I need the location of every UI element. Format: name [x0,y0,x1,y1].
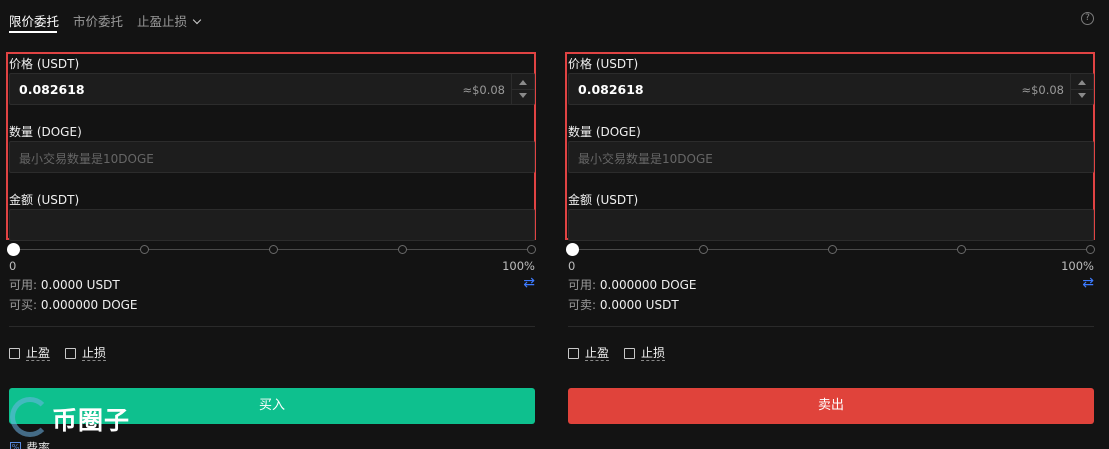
slider-mark-100[interactable] [527,245,536,254]
divider [568,326,1094,327]
fee-icon: % [10,442,21,449]
slider-max-label: 100% [502,259,535,273]
price-value: 0.082618 [578,82,644,97]
stop-loss-label: 止损 [641,346,666,361]
amount-input[interactable]: 最小交易数量是10DOGE [9,141,535,173]
amount-label: 数量 (DOGE) [9,125,82,139]
available-value: 0.000000 DOGE [599,278,697,292]
max-buy-value: 0.000000 DOGE [40,298,138,312]
available-balance: 可用: 0.000000 DOGE [568,276,697,293]
sell-button[interactable]: 卖出 [568,388,1094,424]
amount-placeholder: 最小交易数量是10DOGE [19,152,154,166]
decrement-arrow-icon[interactable] [519,93,527,98]
stepper-divider [1071,89,1093,90]
max-sell: 可卖: 0.0000 USDT [568,296,679,313]
slider-mark-100[interactable] [1086,245,1095,254]
stop-loss-label: 止损 [82,346,107,361]
total-input[interactable] [568,209,1094,241]
slider-handle[interactable] [566,243,579,256]
amount-label: 数量 (DOGE) [568,125,641,139]
slider-mark-50[interactable] [828,245,837,254]
amount-placeholder: 最小交易数量是10DOGE [578,152,713,166]
total-label: 金额 (USDT) [568,193,639,207]
max-buy-label: 可买: [9,298,38,312]
price-input[interactable]: 0.082618 ≈$0.08 [568,73,1094,105]
slider-mark-50[interactable] [269,245,278,254]
price-approx: ≈$0.08 [462,83,505,97]
fee-label: 费率 [26,441,51,449]
buy-panel: 价格 (USDT) 0.082618 ≈$0.08 数量 (DOGE) 最小交易… [6,0,537,449]
max-sell-label: 可卖: [568,298,597,312]
total-label: 金额 (USDT) [9,193,80,207]
price-approx: ≈$0.08 [1021,83,1064,97]
stepper-divider [512,89,534,90]
slider-mark-25[interactable] [699,245,708,254]
decrement-arrow-icon[interactable] [1078,93,1086,98]
price-input[interactable]: 0.082618 ≈$0.08 [9,73,535,105]
available-label: 可用: [9,278,38,292]
price-value: 0.082618 [19,82,85,97]
stop-loss-checkbox[interactable]: 止损 [624,346,666,361]
total-input[interactable] [9,209,535,241]
available-balance: 可用: 0.0000 USDT [9,276,120,293]
slider-handle[interactable] [7,243,20,256]
increment-arrow-icon[interactable] [1078,80,1086,85]
swap-arrows-icon[interactable]: ⇄ [523,275,535,291]
slider-mark-25[interactable] [140,245,149,254]
price-stepper [511,74,534,104]
amount-input[interactable]: 最小交易数量是10DOGE [568,141,1094,173]
take-profit-checkbox[interactable]: 止盈 [9,346,51,361]
price-label: 价格 (USDT) [9,57,80,71]
checkbox-box[interactable] [9,348,20,359]
take-profit-label: 止盈 [26,346,51,361]
slider-mark-75[interactable] [398,245,407,254]
available-label: 可用: [568,278,597,292]
max-sell-value: 0.0000 USDT [599,298,679,312]
price-label: 价格 (USDT) [568,57,639,71]
checkbox-box[interactable] [568,348,579,359]
max-buy: 可买: 0.000000 DOGE [9,296,138,313]
take-profit-checkbox[interactable]: 止盈 [568,346,610,361]
buy-button[interactable]: 买入 [9,388,535,424]
slider-mark-75[interactable] [957,245,966,254]
checkbox-box[interactable] [624,348,635,359]
slider-min-label: 0 [568,259,576,273]
take-profit-label: 止盈 [585,346,610,361]
price-stepper [1070,74,1093,104]
slider-max-label: 100% [1061,259,1094,273]
checkbox-box[interactable] [65,348,76,359]
sell-panel: 价格 (USDT) 0.082618 ≈$0.08 数量 (DOGE) 最小交易… [565,0,1096,449]
swap-arrows-icon[interactable]: ⇄ [1082,275,1094,291]
stop-loss-checkbox[interactable]: 止损 [65,346,107,361]
increment-arrow-icon[interactable] [519,80,527,85]
divider [9,326,535,327]
fee-row[interactable]: % 费率 [10,439,50,449]
available-value: 0.0000 USDT [40,278,120,292]
slider-min-label: 0 [9,259,17,273]
